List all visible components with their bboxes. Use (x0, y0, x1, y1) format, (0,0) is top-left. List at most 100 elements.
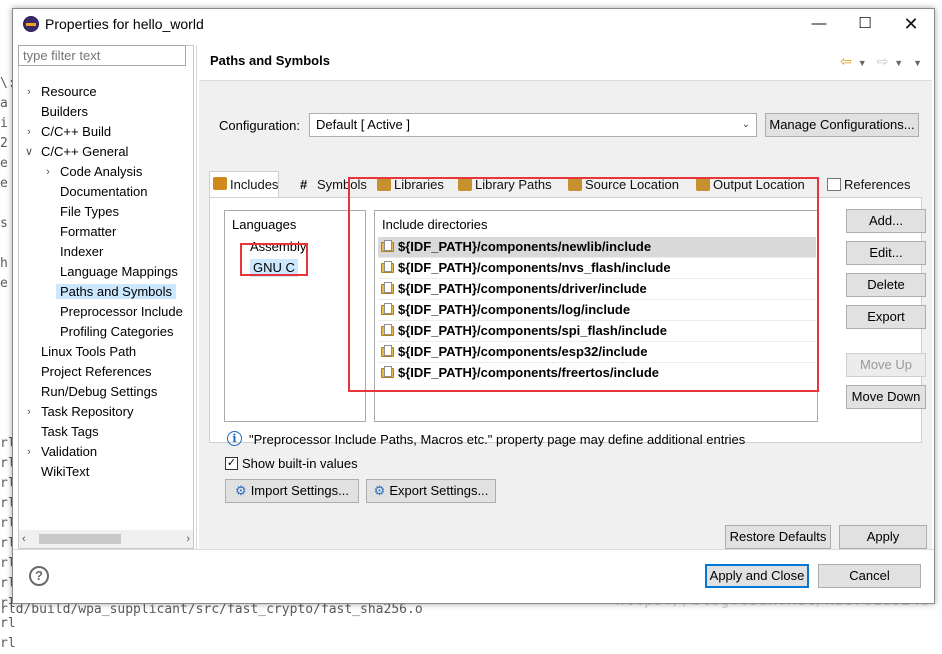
minimize-button[interactable]: — (796, 9, 842, 39)
configuration-label: Configuration: (219, 118, 300, 133)
collapsed-arrow-icon[interactable]: › (42, 162, 54, 182)
tree-item-label: Resource (41, 84, 97, 99)
properties-dialog: Properties for hello_world — ☐ ✕ › Resour… (12, 8, 935, 604)
apply-and-close-button[interactable]: Apply and Close (705, 564, 809, 588)
tree-item-label: Run/Debug Settings (41, 384, 158, 399)
scroll-right-icon[interactable]: › (186, 530, 190, 548)
preference-tree-panel: › Resource Builders › C/C++ Build ∨ C/C++ Gene… (18, 45, 194, 549)
collapsed-arrow-icon[interactable]: › (23, 442, 35, 462)
help-icon[interactable]: ? (29, 566, 49, 586)
tree-item[interactable]: › Resource (27, 82, 97, 102)
tree-item[interactable]: Preprocessor Include (60, 302, 183, 322)
tree-item[interactable]: Indexer (60, 242, 103, 262)
tree-item[interactable]: › Code Analysis (46, 162, 143, 182)
tree-item-label: Formatter (60, 224, 117, 239)
tree-item[interactable]: Linux Tools Path (41, 342, 136, 362)
collapsed-arrow-icon[interactable]: › (23, 82, 35, 102)
tree-item[interactable]: Profiling Categories (60, 322, 173, 342)
eclipse-icon (23, 16, 39, 32)
export-icon: ⚙ (373, 483, 386, 498)
page-nav: ⇦ ▼ ⇨ ▼ ▼ (834, 53, 922, 70)
cancel-button[interactable]: Cancel (818, 564, 921, 588)
expanded-arrow-icon[interactable]: ∨ (23, 142, 35, 162)
background-console-path: rld/build/wpa_supplicant/src/fast_crypto… (0, 602, 423, 617)
scrollbar-thumb[interactable] (39, 534, 121, 544)
tree-item-label: Linux Tools Path (41, 344, 137, 359)
tab-references[interactable]: References (824, 173, 910, 197)
highlight-box-includes (348, 177, 819, 392)
tree-item[interactable]: Documentation (60, 182, 147, 202)
tab-label: Includes (230, 177, 279, 192)
tree-item-label: WikiText (41, 464, 90, 479)
panel-divider[interactable] (196, 45, 197, 549)
tree-item-label: Language Mappings (60, 264, 178, 279)
tree-item-label: Profiling Categories (60, 324, 174, 339)
edit-button[interactable]: Edit... (846, 241, 926, 265)
title-bar: Properties for hello_world — ☐ ✕ (13, 9, 934, 39)
tree-item-label: Code Analysis (60, 164, 143, 179)
info-message: "Preprocessor Include Paths, Macros etc.… (249, 432, 746, 447)
tree-item-label: Preprocessor Include (60, 304, 183, 319)
page-header: Paths and Symbols ⇦ ▼ ⇨ ▼ ▼ (199, 45, 932, 81)
tree-item[interactable]: Task Tags (41, 422, 99, 442)
tree-item-label: Validation (41, 444, 98, 459)
move-up-button[interactable]: Move Up (846, 353, 926, 377)
highlight-box-gnu-c (240, 243, 308, 276)
tree-item[interactable]: Builders (41, 102, 88, 122)
import-settings-button[interactable]: ⚙ Import Settings... (225, 479, 359, 503)
scroll-left-icon[interactable]: ‹ (22, 530, 26, 548)
tree-item[interactable]: Project References (41, 362, 152, 382)
tree-item-label: Documentation (60, 184, 148, 199)
tree-item[interactable]: › Task Repository (27, 402, 134, 422)
tree-item[interactable]: › C/C++ Build (27, 122, 112, 142)
forward-dropdown-icon[interactable]: ▼ (894, 58, 903, 68)
tree-item[interactable]: Run/Debug Settings (41, 382, 157, 402)
tree-item-label: Builders (41, 104, 88, 119)
tree-item-label: C/C++ Build (41, 124, 112, 139)
tree-item[interactable]: Paths and Symbols (56, 282, 177, 302)
tree-item-label: C/C++ General (41, 144, 129, 159)
back-dropdown-icon[interactable]: ▼ (858, 58, 867, 68)
page-title: Paths and Symbols (210, 53, 330, 68)
hash-icon: # (300, 177, 308, 192)
languages-header: Languages (232, 217, 297, 232)
import-settings-label: Import Settings... (250, 483, 349, 498)
tree-item[interactable]: WikiText (41, 462, 89, 482)
export-button[interactable]: Export (846, 305, 926, 329)
close-button[interactable]: ✕ (888, 9, 934, 39)
tree-item-label: Task Tags (41, 424, 99, 439)
filter-input[interactable] (18, 45, 186, 66)
tree-item[interactable]: Formatter (60, 222, 116, 242)
tab-includes[interactable]: Includes (209, 171, 280, 197)
tree-horizontal-scrollbar[interactable]: ‹ › (19, 530, 193, 548)
folder-icon (213, 177, 227, 190)
manage-configurations-button[interactable]: Manage Configurations... (765, 113, 919, 137)
tree-item[interactable]: File Types (60, 202, 119, 222)
restore-defaults-button[interactable]: Restore Defaults (725, 525, 831, 549)
tree-item[interactable]: › Validation (27, 442, 98, 462)
tree-item-label: Task Repository (41, 404, 134, 419)
forward-arrow-icon[interactable]: ⇨ (877, 53, 889, 69)
collapsed-arrow-icon[interactable]: › (23, 122, 35, 142)
show-builtin-label: Show built-in values (242, 456, 358, 471)
view-menu-icon[interactable]: ▼ (913, 58, 922, 68)
add-button[interactable]: Add... (846, 209, 926, 233)
move-down-button[interactable]: Move Down (846, 385, 926, 409)
collapsed-arrow-icon[interactable]: › (23, 402, 35, 422)
tree-item[interactable]: ∨ C/C++ General (25, 142, 129, 162)
configuration-select[interactable]: Default [ Active ] ⌄ (309, 113, 757, 137)
show-builtin-checkbox[interactable]: ✓ (225, 457, 238, 470)
back-arrow-icon[interactable]: ⇦ (840, 53, 852, 69)
export-settings-button[interactable]: ⚙ Export Settings... (366, 479, 496, 503)
tree-item-label: Indexer (60, 244, 104, 259)
tree-item[interactable]: Language Mappings (60, 262, 178, 282)
export-settings-label: Export Settings... (389, 483, 489, 498)
apply-button[interactable]: Apply (839, 525, 927, 549)
footer-divider (13, 549, 934, 550)
delete-button[interactable]: Delete (846, 273, 926, 297)
window-title: Properties for hello_world (45, 16, 204, 32)
maximize-button[interactable]: ☐ (842, 9, 888, 39)
import-icon: ⚙ (235, 483, 247, 498)
tab-label: References (844, 177, 911, 192)
tree-item-label: Paths and Symbols (56, 284, 177, 299)
